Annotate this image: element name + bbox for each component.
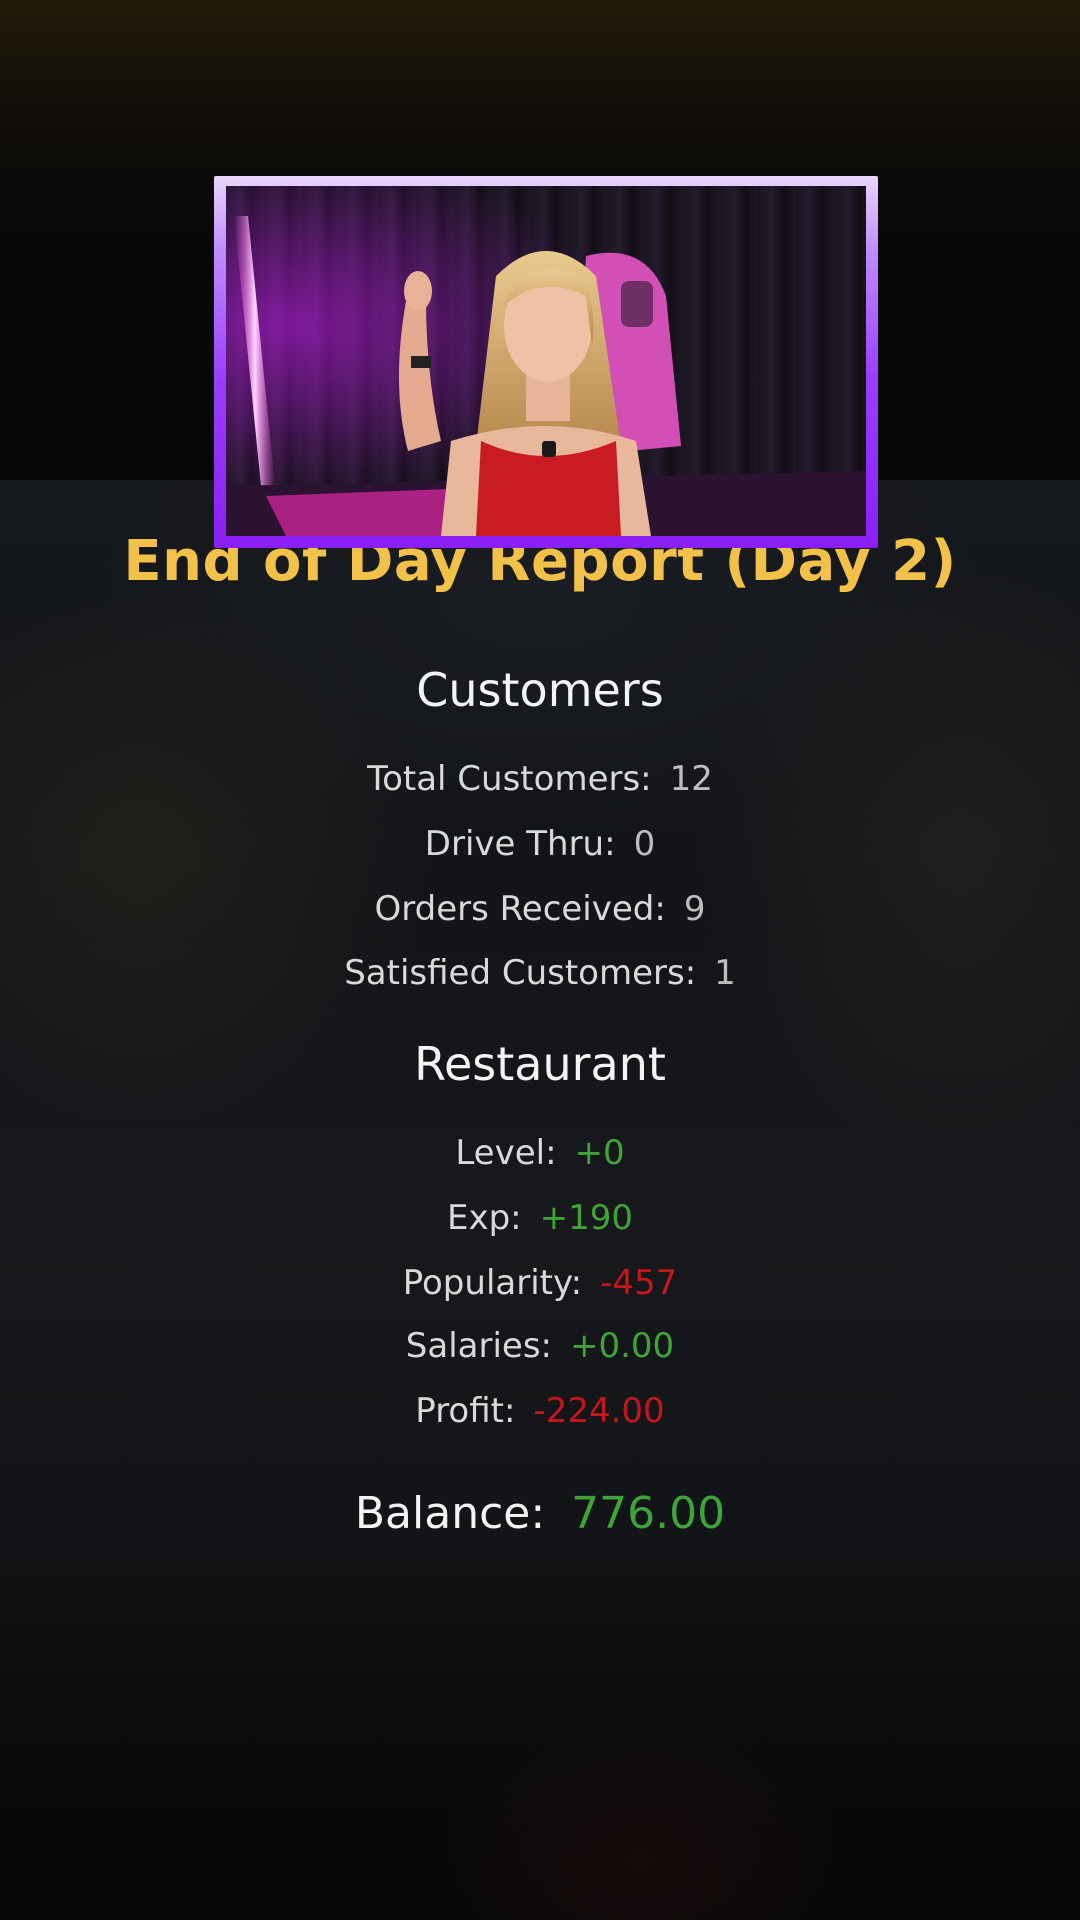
- customers-heading: Customers: [416, 663, 664, 717]
- stat-value: 0: [633, 824, 656, 864]
- stat-label: Profit:: [415, 1391, 516, 1431]
- stat-label: Satisfied Customers:: [344, 953, 697, 993]
- restaurant-heading: Restaurant: [414, 1037, 666, 1091]
- stat-value: -224.00: [533, 1391, 665, 1431]
- stat-value: -457: [600, 1263, 678, 1303]
- balance-label: Balance:: [354, 1488, 546, 1539]
- stat-value: +0: [574, 1133, 625, 1173]
- balance-value: 776.00: [571, 1488, 726, 1539]
- stat-label: Level:: [455, 1133, 557, 1173]
- stat-total-customers: Total Customers: 12: [0, 754, 1080, 804]
- stat-satisfied-customers: Satisfied Customers: 1: [0, 948, 1080, 998]
- stat-value: 12: [669, 759, 713, 799]
- app-screen: End of Day Report (Day 2) Customers Tota…: [0, 0, 1080, 1920]
- stat-popularity: Popularity: -457: [0, 1258, 1080, 1308]
- stat-label: Popularity:: [402, 1263, 583, 1303]
- webcam-video: [226, 186, 866, 536]
- stat-value: 1: [714, 953, 736, 993]
- bottom-background: [0, 1560, 1080, 1920]
- stat-salaries: Salaries: +0.00: [0, 1321, 1080, 1371]
- stat-orders-received: Orders Received: 9: [0, 884, 1080, 934]
- stat-value: +190: [539, 1198, 634, 1238]
- stat-label: Drive Thru:: [424, 824, 616, 864]
- stat-value: 9: [683, 889, 706, 929]
- webcam-scene-image: [226, 186, 866, 536]
- stat-exp: Exp: +190: [0, 1193, 1080, 1243]
- balance-row: Balance: 776.00: [0, 1484, 1080, 1544]
- stat-profit: Profit: -224.00: [0, 1386, 1080, 1436]
- stat-level: Level: +0: [0, 1128, 1080, 1178]
- stat-value: +0.00: [570, 1326, 675, 1366]
- stat-label: Total Customers:: [367, 759, 652, 799]
- stat-label: Exp:: [446, 1198, 522, 1238]
- stat-drive-thru: Drive Thru: 0: [0, 819, 1080, 869]
- stat-label: Salaries:: [405, 1326, 552, 1366]
- webcam-overlay: [214, 176, 878, 548]
- stat-label: Orders Received:: [374, 889, 666, 929]
